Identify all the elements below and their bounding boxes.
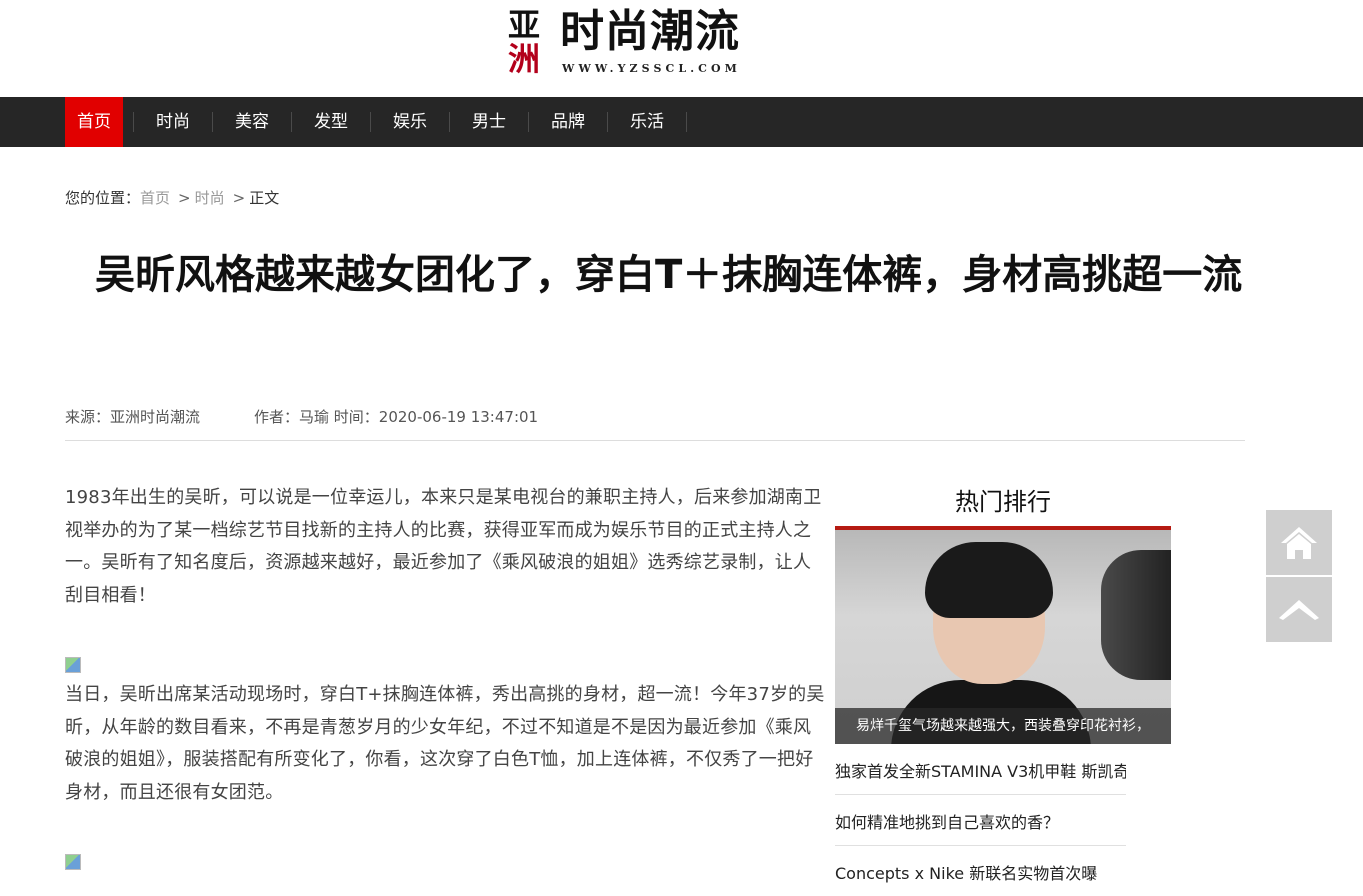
nav-link-lifestyle[interactable]: 乐活	[618, 97, 676, 147]
list-item: Concepts x Nike 新联名实物首次曝	[835, 846, 1126, 896]
nav-item-fashion: 时尚	[144, 97, 223, 147]
list-item: 如何精准地挑到自己喜欢的香？	[835, 795, 1126, 846]
nav-separator	[528, 112, 529, 132]
article-author-time: 作者：马瑜 时间：2020-06-19 13:47:01	[254, 408, 539, 426]
nav-separator	[449, 112, 450, 132]
breadcrumb-separator: >	[178, 189, 191, 207]
breadcrumb-separator: >	[232, 189, 246, 207]
nav-separator	[686, 112, 687, 132]
nav-item-brand: 品牌	[539, 97, 618, 147]
breadcrumb-prefix: 您的位置：	[65, 189, 141, 207]
nav-item-men: 男士	[460, 97, 539, 147]
nav-link-entertainment[interactable]: 娱乐	[381, 97, 439, 147]
float-home-button[interactable]	[1266, 510, 1332, 575]
nav-link-beauty[interactable]: 美容	[223, 97, 281, 147]
logo-mark[interactable]: 亚 洲	[504, 8, 544, 76]
chevron-up-icon	[1279, 599, 1319, 620]
sidebar-list: 独家首发全新STAMINA V3机甲鞋 斯凯奇 如何精准地挑到自己喜欢的香？ C…	[835, 744, 1126, 896]
breadcrumb-link-fashion[interactable]: 时尚	[195, 189, 225, 207]
main-nav: 首页 时尚 美容 发型 娱乐 男士 品牌 乐活	[0, 97, 1363, 147]
nav-separator	[370, 112, 371, 132]
logo-url: WWW.YZSSCL.COM	[562, 62, 741, 75]
sidebar-link[interactable]: Concepts x Nike 新联名实物首次曝	[835, 864, 1097, 883]
sidebar-title: 热门排行	[955, 488, 1051, 516]
nav-link-brand[interactable]: 品牌	[539, 97, 597, 147]
nav-link-hairstyle[interactable]: 发型	[302, 97, 360, 147]
feature-photo-hair	[925, 542, 1053, 618]
nav-item-home: 首页	[65, 97, 144, 147]
article-paragraph: 1983年出生的吴昕，可以说是一位幸运儿，本来只是某电视台的兼职主持人，后来参加…	[65, 487, 822, 606]
feature-backdrop	[1101, 550, 1171, 680]
broken-image-icon[interactable]	[65, 657, 81, 673]
article-title: 吴昕风格越来越女团化了，穿白T＋抹胸连体裤，身材高挑超一流	[95, 252, 1243, 298]
nav-item-hairstyle: 发型	[302, 97, 381, 147]
feature-caption: 易烊千玺气场越来越强大，西装叠穿印花衬衫，	[835, 708, 1171, 744]
meta-divider	[65, 440, 1245, 441]
nav-separator	[607, 112, 608, 132]
nav-item-entertainment: 娱乐	[381, 97, 460, 147]
article-content: 1983年出生的吴昕，可以说是一位幸运儿，本来只是某电视台的兼职主持人，后来参加…	[65, 482, 827, 870]
nav-item-beauty: 美容	[223, 97, 302, 147]
sidebar-hot-ranking: 热门排行 易烊千玺气场越来越强大，西装叠穿印花衬衫， 独家首发全新STAMINA…	[835, 480, 1171, 896]
nav-separator	[291, 112, 292, 132]
back-to-top-button[interactable]	[1266, 577, 1332, 642]
sidebar-feature-card[interactable]: 易烊千玺气场越来越强大，西装叠穿印花衬衫，	[835, 530, 1171, 744]
nav-link-home[interactable]: 首页	[65, 97, 123, 147]
logo-mark-bottom: 洲	[507, 40, 540, 78]
sidebar-link[interactable]: 如何精准地挑到自己喜欢的香？	[835, 813, 1059, 832]
nav-link-men[interactable]: 男士	[460, 97, 518, 147]
list-item: 独家首发全新STAMINA V3机甲鞋 斯凯奇	[835, 744, 1126, 795]
logo-title[interactable]: 时尚潮流	[560, 6, 740, 58]
article-source: 来源：亚洲时尚潮流	[65, 408, 201, 426]
logo-mark-top: 亚	[507, 6, 540, 44]
nav-list: 首页 时尚 美容 发型 娱乐 男士 品牌 乐活	[65, 97, 697, 147]
article-meta: 来源：亚洲时尚潮流 作者：马瑜 时间：2020-06-19 13:47:01	[65, 406, 538, 428]
breadcrumb: 您的位置：首页 > 时尚 > 正文	[65, 187, 279, 209]
breadcrumb-current: 正文	[249, 189, 280, 207]
home-icon	[1281, 526, 1317, 559]
nav-separator	[133, 112, 134, 132]
sidebar-link[interactable]: 独家首发全新STAMINA V3机甲鞋 斯凯奇	[835, 762, 1126, 781]
nav-separator	[212, 112, 213, 132]
breadcrumb-link-home[interactable]: 首页	[140, 189, 170, 207]
article-paragraph: 当日，吴昕出席某活动现场时，穿白T+抹胸连体裤，秀出高挑的身材，超一流！今年37…	[65, 684, 825, 803]
nav-link-fashion[interactable]: 时尚	[144, 97, 202, 147]
nav-item-lifestyle: 乐活	[618, 97, 697, 147]
broken-image-icon[interactable]	[65, 854, 81, 870]
site-header: 亚 洲 时尚潮流 WWW.YZSSCL.COM	[0, 0, 1363, 97]
